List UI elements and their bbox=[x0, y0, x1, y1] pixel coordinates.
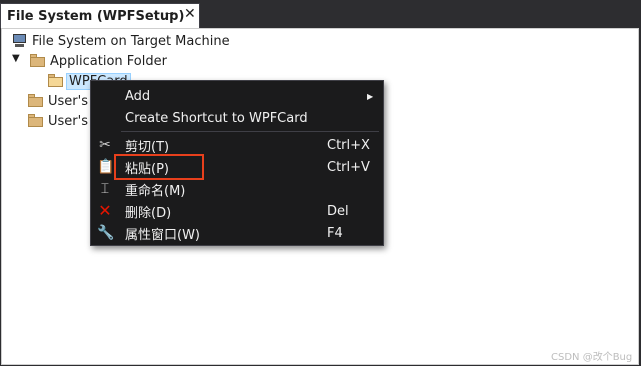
menu-item-properties[interactable]: 🔧 属性窗口(W) F4 bbox=[91, 222, 383, 244]
menu-item-shortcut: Ctrl+X bbox=[327, 137, 370, 153]
menu-item-cut[interactable]: ✂ 剪切(T) Ctrl+X bbox=[91, 134, 383, 156]
tree-item-root[interactable]: File System on Target Machine bbox=[12, 32, 230, 50]
computer-icon bbox=[12, 34, 28, 48]
rename-icon: ⌶ bbox=[100, 181, 110, 197]
tree-item-user-folder-2[interactable]: User's bbox=[28, 112, 88, 130]
menu-item-shortcut: F4 bbox=[327, 225, 343, 241]
menu-item-label: 删除(D) bbox=[125, 205, 172, 221]
tool-window-tab-bar: File System (WPFSetup) ⊸ ✕ bbox=[0, 0, 641, 28]
menu-item-label: Add bbox=[125, 88, 151, 104]
menu-item-create-shortcut[interactable]: Create Shortcut to WPFCard bbox=[91, 107, 383, 129]
open-folder-icon bbox=[48, 74, 64, 88]
menu-item-label: 属性窗口(W) bbox=[125, 227, 200, 243]
menu-item-delete[interactable]: ✕ 删除(D) Del bbox=[91, 200, 383, 222]
watermark: CSDN @改个Bug bbox=[551, 352, 633, 363]
file-system-tab[interactable]: File System (WPFSetup) ⊸ ✕ bbox=[0, 3, 200, 28]
wrench-icon: 🔧 bbox=[97, 225, 115, 241]
tree-item-label: User's bbox=[48, 113, 88, 129]
paste-icon: 📋 bbox=[97, 159, 115, 175]
tree-item-user-folder-1[interactable]: User's bbox=[28, 92, 88, 110]
tree-item-application-folder[interactable]: ▼ Application Folder bbox=[12, 52, 167, 70]
folder-icon bbox=[30, 54, 46, 68]
close-icon[interactable]: ✕ bbox=[184, 6, 196, 22]
pin-icon[interactable]: ⊸ bbox=[165, 7, 174, 20]
submenu-arrow-icon: ▶ bbox=[367, 92, 374, 101]
menu-separator bbox=[121, 131, 379, 132]
folder-icon bbox=[28, 94, 44, 108]
menu-item-label: Create Shortcut to WPFCard bbox=[125, 110, 308, 126]
tree-item-label: File System on Target Machine bbox=[32, 33, 230, 49]
menu-item-shortcut: Del bbox=[327, 203, 349, 219]
tab-title: File System (WPFSetup) bbox=[7, 8, 185, 24]
annotation-highlight-box bbox=[114, 154, 204, 180]
menu-item-shortcut: Ctrl+V bbox=[327, 159, 370, 175]
expander-icon[interactable]: ▼ bbox=[12, 53, 26, 68]
scissors-icon: ✂ bbox=[99, 137, 111, 153]
menu-item-add[interactable]: Add ▶ bbox=[91, 85, 383, 107]
folder-icon bbox=[28, 114, 44, 128]
delete-icon: ✕ bbox=[98, 201, 112, 220]
tree-item-label: Application Folder bbox=[50, 53, 167, 69]
menu-item-rename[interactable]: ⌶ 重命名(M) bbox=[91, 178, 383, 200]
menu-item-label: 剪切(T) bbox=[125, 139, 170, 155]
tree-item-label: User's bbox=[48, 93, 88, 109]
menu-item-label: 重命名(M) bbox=[125, 183, 186, 199]
